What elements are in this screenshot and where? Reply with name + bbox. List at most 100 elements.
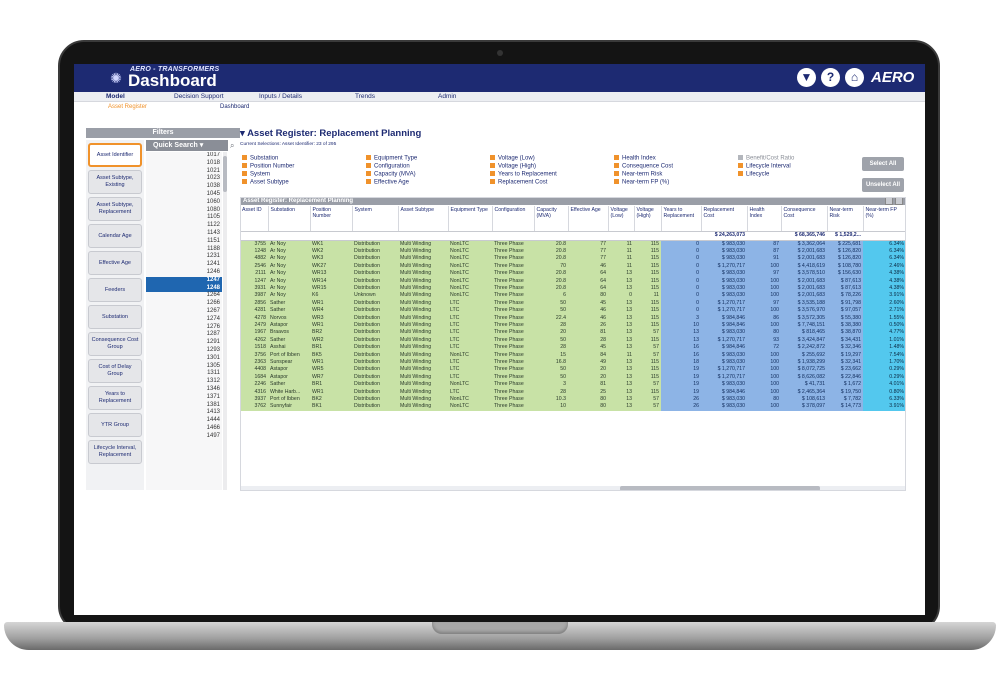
quick-search-item[interactable]: 1188 (146, 246, 222, 254)
quick-search-item[interactable]: 1293 (146, 347, 222, 355)
column-header[interactable]: Consequence Cost (781, 206, 828, 232)
quick-search-item[interactable]: 1231 (146, 253, 222, 261)
quick-search-item[interactable]: 1045 (146, 191, 222, 199)
filter-calendar-age[interactable]: Calendar Age (88, 224, 142, 248)
legend-toggle[interactable]: Years to Replacement (490, 171, 557, 179)
table-row[interactable]: 3755 Ar Noy WK1 Distribution Multi Winding No… (240, 240, 906, 248)
quick-search-item[interactable]: 1241 (146, 261, 222, 269)
menu-inputs-details[interactable]: Inputs / Details (259, 93, 302, 100)
quick-search-item[interactable]: 1274 (146, 316, 222, 324)
legend-toggle[interactable]: Capacity (MVA) (366, 171, 416, 179)
table-row[interactable]: 3937 Port of Ibben BK2 Distribution Multi Wi… (240, 396, 906, 404)
quick-search-item[interactable]: 1413 (146, 409, 222, 417)
filter-asset-identifier[interactable]: Asset Identifier (88, 143, 142, 167)
quick-search-item[interactable]: 1151 (146, 238, 222, 246)
menu-model[interactable]: Model (106, 93, 125, 100)
column-header[interactable]: Asset Subtype (398, 206, 449, 232)
quick-search-item[interactable]: 1444 (146, 417, 222, 425)
legend-toggle[interactable]: Health Index (614, 155, 656, 163)
legend-toggle[interactable]: Consequence Cost (614, 163, 673, 171)
legend-toggle[interactable]: Position Number (242, 163, 294, 171)
column-header[interactable]: Near-term Risk (827, 206, 864, 232)
column-header[interactable]: Equipment Type (448, 206, 493, 232)
select-all-button[interactable]: Select All (862, 157, 904, 171)
quick-search-item[interactable]: 1381 (146, 402, 222, 410)
table-row[interactable]: 2546 Ar Noy WK27 Distribution Multi Winding N… (240, 262, 906, 271)
menu-decision-support[interactable]: Decision Support (174, 93, 224, 100)
legend-toggle[interactable]: Asset Subtype (242, 179, 289, 187)
scrollbar-thumb[interactable] (223, 156, 227, 192)
home-icon[interactable]: ⌂ (845, 68, 864, 87)
legend-toggle[interactable]: Benefit/Cost Ratio (738, 155, 794, 163)
filter-icon[interactable]: ▼ (797, 68, 816, 87)
column-header[interactable]: Replacement Cost (701, 206, 748, 232)
table-row[interactable]: 2246 Sather BR1 Distribution Multi Winding No… (240, 381, 906, 389)
table-row[interactable]: 3987 Ar Noy K6 Unknown Multi Winding NonLTC Th… (240, 292, 906, 300)
submenu-dashboard[interactable]: Dashboard (220, 104, 249, 110)
legend-toggle[interactable]: Configuration (366, 163, 410, 171)
quick-search-item[interactable]: 1017 (146, 152, 222, 160)
quick-search-item[interactable]: 1266 (146, 300, 222, 308)
filter-lifecycle-interval[interactable]: Lifecycle Interval, Replacement (88, 440, 142, 464)
table-row[interactable]: 3931 Ar Noy WR15 Distribution Multi Winding N… (240, 284, 906, 293)
table-row[interactable]: 1247 Ar Noy WR14 Distribution Multi Winding N… (240, 277, 906, 285)
table-row[interactable]: 1684 Astapor WR7 Distribution Multi Winding L… (240, 373, 906, 382)
legend-toggle[interactable]: Substation (242, 155, 278, 163)
quick-search-item[interactable]: 1038 (146, 183, 222, 191)
menu-admin[interactable]: Admin (438, 93, 456, 100)
table-row[interactable]: 2479 Astapor WR1 Distribution Multi Winding L… (240, 321, 906, 330)
quick-search-item[interactable]: 1122 (146, 222, 222, 230)
quick-search-item[interactable]: 1287 (146, 331, 222, 339)
column-header[interactable]: Years to Replacement (661, 206, 702, 232)
table-row[interactable]: 4408 Astapor WR5 Distribution Multi Winding L… (240, 366, 906, 374)
column-header[interactable]: System (352, 206, 399, 232)
quick-search-item[interactable]: 1018 (146, 160, 222, 168)
scrollbar-thumb[interactable] (620, 486, 820, 491)
legend-toggle[interactable]: Near-term Risk (614, 171, 662, 179)
legend-toggle[interactable]: Lifecycle (738, 171, 769, 179)
table-row[interactable]: 1518 Asshai BR1 Distribution Multi Winding LT… (240, 344, 906, 352)
quick-search-item[interactable]: 1497 (146, 433, 222, 441)
quick-search-item[interactable]: 1023 (146, 175, 222, 183)
column-header[interactable]: Health Index (747, 206, 782, 232)
quick-search-item[interactable]: 1143 (146, 230, 222, 238)
column-header[interactable]: Near-term FP (%) (863, 206, 906, 232)
menu-trends[interactable]: Trends (355, 93, 375, 100)
submenu-asset-register[interactable]: Asset Register (108, 104, 147, 110)
filter-effective-age[interactable]: Effective Age (88, 251, 142, 275)
table-row[interactable]: 2111 Ar Noy WR13 Distribution Multi Winding N… (240, 270, 906, 278)
maximize-icon[interactable] (895, 197, 903, 205)
table-row[interactable]: 1248 Ar Noy WK2 Distribution Multi Winding No… (240, 247, 906, 256)
search-icon[interactable]: ⌕ (230, 140, 240, 151)
legend-toggle[interactable]: Near-term FP (%) (614, 179, 669, 187)
table-row[interactable]: 4882 Ar Noy WK3 Distribution Multi Winding No… (240, 255, 906, 263)
column-header[interactable]: Voltage (Low) (608, 206, 635, 232)
quick-search-item[interactable]: 1312 (146, 378, 222, 386)
help-icon[interactable]: ? (821, 68, 840, 87)
quick-search-item[interactable]: 1105 (146, 214, 222, 222)
filter-years-to-replacement[interactable]: Years to Replacement (88, 386, 142, 410)
quick-search-item[interactable]: 1371 (146, 394, 222, 402)
filter-substation[interactable]: Substation (88, 305, 142, 329)
quick-search-item[interactable]: 1301 (146, 355, 222, 363)
table-horizontal-scrollbar[interactable] (240, 486, 906, 491)
column-header[interactable]: Effective Age (568, 206, 609, 232)
filter-asset-subtype-existing[interactable]: Asset Subtype, Existing (88, 170, 142, 194)
quick-search-item[interactable]: 1267 (146, 308, 222, 316)
quick-search-item[interactable]: 1291 (146, 339, 222, 347)
filter-consequence-cost-group[interactable]: Consequence Cost Group (88, 332, 142, 356)
quick-search-item[interactable]: 1247 (146, 276, 222, 285)
filter-ytr-group[interactable]: YTR Group (88, 413, 142, 437)
unselect-all-button[interactable]: Unselect All (862, 178, 904, 192)
filter-feeders[interactable]: Feeders (88, 278, 142, 302)
table-row[interactable]: 1967 Braavos BR2 Distribution Multi Winding L… (240, 329, 906, 337)
filter-asset-subtype-replacement[interactable]: Asset Subtype, Replacement (88, 197, 142, 221)
table-row[interactable]: 2363 Sunspear WR1 Distribution Multi Winding… (240, 359, 906, 367)
quick-search-item[interactable]: 1305 (146, 363, 222, 371)
quick-search-item[interactable]: 1346 (146, 386, 222, 394)
quick-search-item[interactable]: 1466 (146, 425, 222, 433)
column-header[interactable]: Position Number (310, 206, 353, 232)
legend-toggle[interactable]: Effective Age (366, 179, 409, 187)
quick-search-item[interactable]: 1080 (146, 207, 222, 215)
quick-search-item[interactable]: 1264 (146, 292, 222, 300)
